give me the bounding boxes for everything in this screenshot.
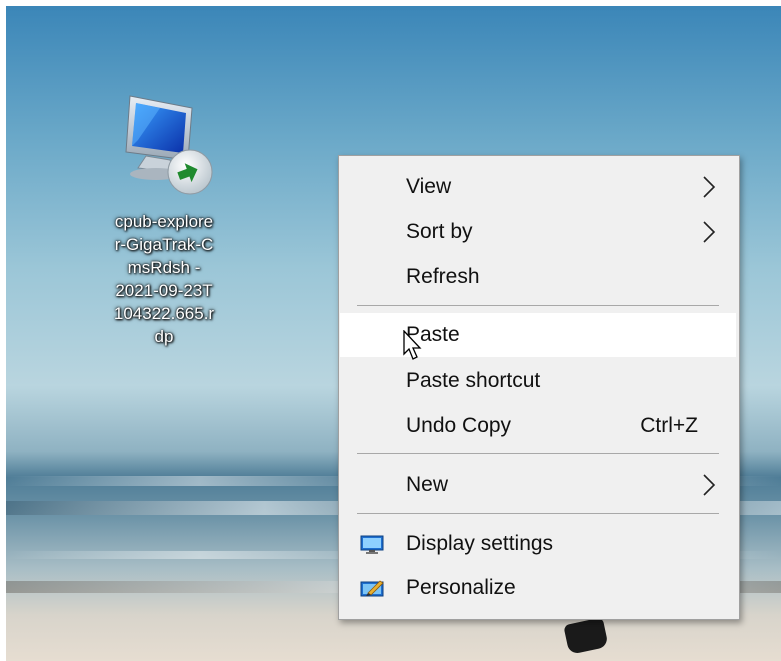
icon-label-line: 2021-09-23T — [115, 281, 213, 300]
icon-label-line: cpub-explore — [114, 212, 214, 231]
menu-item-label: Display settings — [406, 532, 554, 555]
icon-label-line: dp — [154, 327, 174, 346]
menu-item-new[interactable]: New — [340, 463, 736, 507]
menu-item-shortcut: Ctrl+Z — [640, 414, 698, 437]
wallpaper-figure — [563, 617, 609, 655]
chevron-right-icon — [703, 176, 716, 198]
menu-separator — [357, 453, 719, 454]
icon-label-line: msRdsh - — [127, 258, 201, 277]
menu-item-personalize[interactable]: Personalize — [340, 566, 736, 610]
menu-item-label: Sort by — [406, 220, 473, 243]
menu-separator — [357, 513, 719, 514]
menu-item-view[interactable]: View — [340, 165, 736, 209]
desktop-icon-label: cpub-explore r-GigaTrak-C msRdsh - 2021-… — [85, 210, 243, 348]
menu-item-label: Undo Copy — [406, 414, 512, 437]
menu-item-paste[interactable]: Paste — [340, 313, 736, 357]
personalize-icon — [360, 580, 384, 597]
menu-item-label: New — [406, 473, 449, 496]
mouse-cursor-icon — [403, 330, 422, 360]
desktop-context-menu: View Sort by Refresh Paste Paste shortcu… — [338, 155, 740, 620]
icon-label-line: r-GigaTrak-C — [114, 235, 214, 254]
chevron-right-icon — [703, 474, 716, 496]
menu-item-display-settings[interactable]: Display settings — [340, 522, 736, 566]
desktop-icon-rdp-file[interactable]: cpub-explore r-GigaTrak-C msRdsh - 2021-… — [85, 90, 243, 348]
menu-item-undo-copy[interactable]: Undo Copy Ctrl+Z — [340, 404, 736, 448]
menu-item-paste-shortcut[interactable]: Paste shortcut — [340, 359, 736, 403]
icon-label-line: 104322.665.r — [113, 304, 215, 323]
rdp-file-icon — [125, 95, 213, 195]
monitor-icon — [360, 535, 384, 554]
menu-item-label: Paste shortcut — [406, 369, 541, 392]
menu-item-label: Personalize — [406, 576, 516, 599]
menu-separator — [357, 305, 719, 306]
menu-item-label: Refresh — [406, 265, 480, 288]
chevron-right-icon — [703, 221, 716, 243]
menu-item-refresh[interactable]: Refresh — [340, 255, 736, 299]
menu-item-sort-by[interactable]: Sort by — [340, 210, 736, 254]
menu-item-label: View — [406, 175, 452, 198]
